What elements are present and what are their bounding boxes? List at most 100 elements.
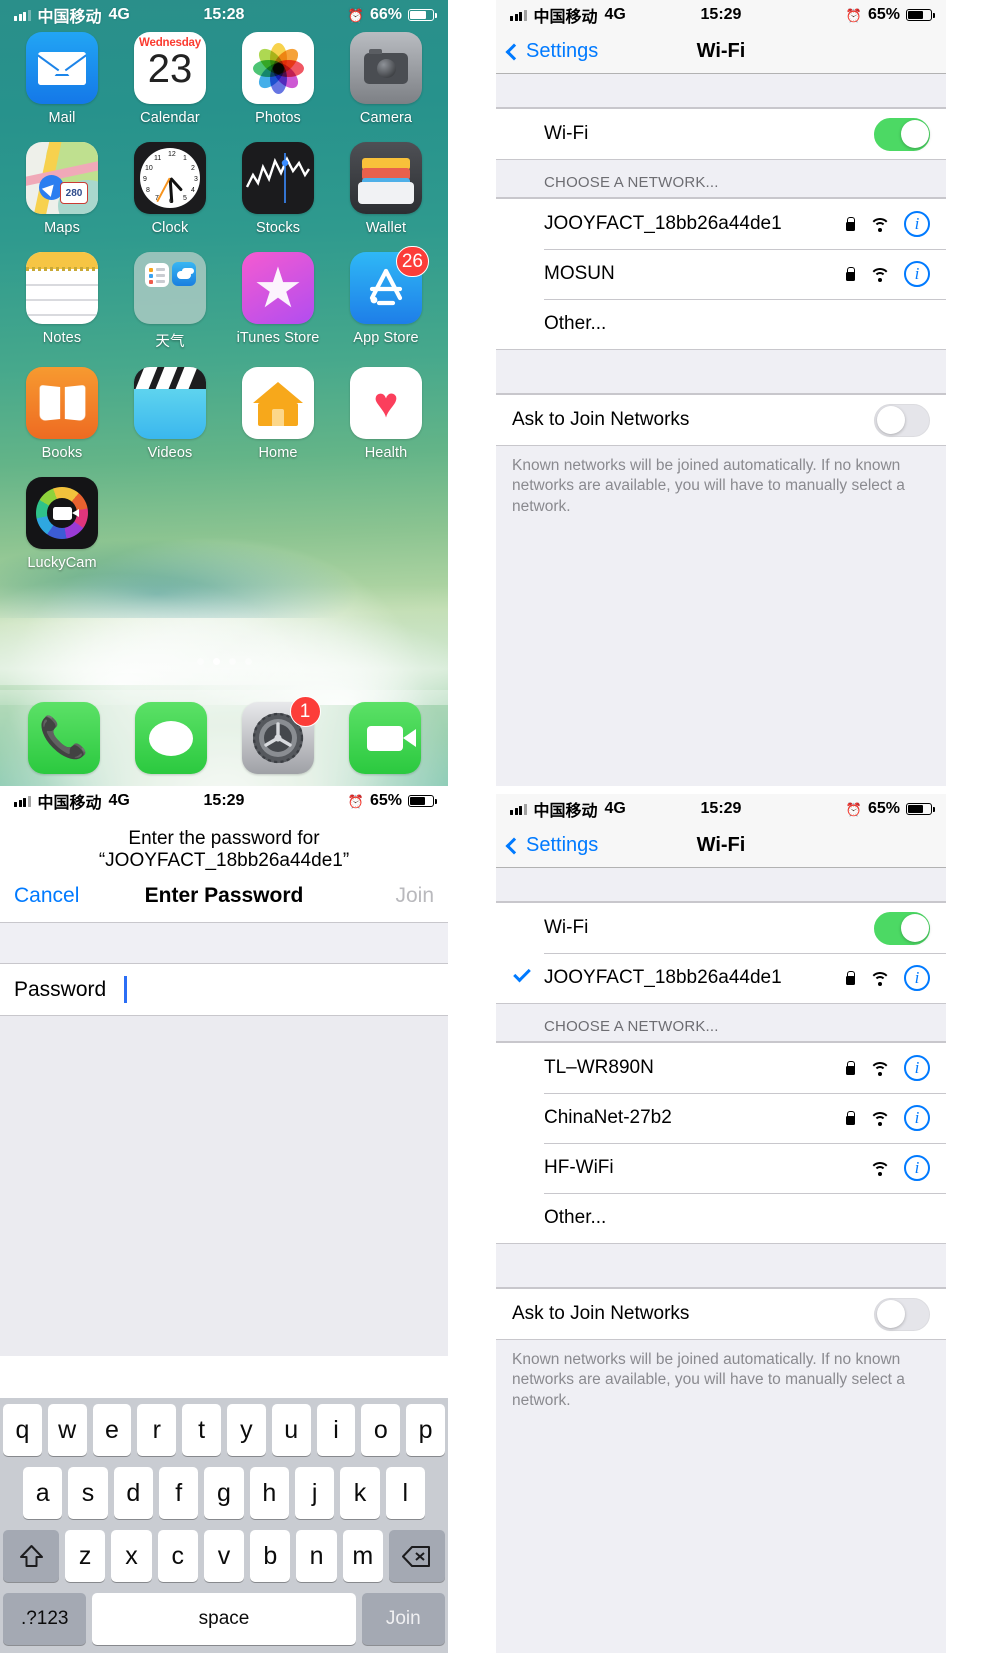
status-bar: 中国移动 4G 15:29 ⏰ 65% — [496, 794, 946, 824]
key-h[interactable]: h — [249, 1467, 289, 1519]
wifi-settings-before: 中国移动 4G 15:29 ⏰ 65% Settings Wi-Fi Wi-Fi — [496, 0, 946, 786]
key-u[interactable]: u — [271, 1404, 311, 1456]
key-a[interactable]: a — [23, 1467, 63, 1519]
row-connected-network[interactable]: JOOYFACT_18bb26a44de1 i — [496, 953, 946, 1003]
info-icon[interactable]: i — [904, 1105, 930, 1131]
table-row[interactable]: MOSUN i — [496, 249, 946, 299]
key-return-join[interactable]: Join — [361, 1593, 445, 1645]
ask-to-join-toggle-switch[interactable] — [874, 1297, 930, 1331]
route-shield: 280 — [60, 182, 88, 204]
wifi-toggle-group: Wi-Fi — [496, 108, 946, 160]
key-space[interactable]: space — [92, 1593, 356, 1645]
app-notes[interactable]: Notes — [8, 252, 116, 351]
key-n[interactable]: n — [296, 1530, 337, 1582]
key-b[interactable]: b — [250, 1530, 291, 1582]
key-z[interactable]: z — [65, 1530, 106, 1582]
info-icon[interactable]: i — [904, 965, 930, 991]
key-l[interactable]: l — [385, 1467, 425, 1519]
row-other-network[interactable]: Other... — [496, 299, 946, 349]
section-header-choose-network: CHOOSE A NETWORK... — [496, 160, 946, 198]
row-ask-to-join[interactable]: Ask to Join Networks — [496, 1289, 946, 1339]
keyboard-row-1: q w e r t y u i o p — [3, 1404, 445, 1456]
battery-percent-label: 65% — [867, 6, 900, 23]
row-other-network[interactable]: Other... — [496, 1193, 946, 1243]
table-row[interactable]: HF-WiFi i — [496, 1143, 946, 1193]
facetime-icon[interactable] — [348, 702, 421, 774]
info-icon[interactable]: i — [904, 211, 930, 237]
info-icon[interactable]: i — [904, 261, 930, 287]
key-q[interactable]: q — [3, 1404, 42, 1456]
app-books[interactable]: Books — [8, 367, 116, 461]
app-videos[interactable]: Videos — [116, 367, 224, 461]
row-wifi-toggle[interactable]: Wi-Fi — [496, 109, 946, 159]
wifi-toggle-switch[interactable] — [874, 911, 930, 945]
network-ssid: MOSUN — [544, 263, 615, 284]
table-row[interactable]: ChinaNet-27b2 i — [496, 1093, 946, 1143]
network-list: TL–WR890N i ChinaNet-27b2 i HF-WiFi i Ot… — [496, 1042, 946, 1244]
app-maps[interactable]: 280 Maps — [8, 142, 116, 236]
key-k[interactable]: k — [340, 1467, 380, 1519]
wifi-toggle-switch[interactable] — [874, 117, 930, 151]
app-health[interactable]: ♥ Health — [332, 367, 440, 461]
key-m[interactable]: m — [342, 1530, 383, 1582]
password-field-row[interactable]: Password — [0, 964, 448, 1016]
key-c[interactable]: c — [157, 1530, 198, 1582]
key-v[interactable]: v — [203, 1530, 245, 1582]
key-p[interactable]: p — [406, 1404, 445, 1456]
other-network-label: Other... — [544, 1207, 607, 1228]
info-icon[interactable]: i — [904, 1155, 930, 1181]
key-numbers[interactable]: .?123 — [3, 1593, 87, 1645]
app-clock[interactable]: 12 1 2 3 4 5 6 7 8 9 10 11 — [116, 142, 224, 236]
app-folder-weather[interactable]: 天气 — [116, 252, 224, 351]
row-wifi-toggle[interactable]: Wi-Fi — [496, 903, 946, 953]
key-w[interactable]: w — [47, 1404, 87, 1456]
app-app-store[interactable]: 26 App Store — [332, 246, 440, 351]
screenshot-root: 中国移动 4G 15:28 ⏰ 66% Mail Wednesday 23 Ca… — [0, 0, 1000, 1653]
app-home[interactable]: Home — [224, 367, 332, 461]
page-title: Wi-Fi — [696, 834, 746, 856]
key-y[interactable]: y — [227, 1404, 266, 1456]
delete-icon[interactable] — [388, 1530, 445, 1582]
password-field-label: Password — [14, 977, 107, 1001]
lock-icon — [844, 216, 856, 232]
keyboard-row-4: .?123 space Join — [3, 1593, 445, 1645]
sheet-body — [0, 1016, 448, 1356]
app-luckycam[interactable]: LuckyCam — [8, 477, 116, 571]
table-row[interactable]: TL–WR890N i — [496, 1043, 946, 1093]
footnote-text: Known networks will be joined automatica… — [496, 1340, 946, 1424]
app-camera[interactable]: Camera — [332, 32, 440, 126]
key-o[interactable]: o — [361, 1404, 401, 1456]
app-photos[interactable]: Photos — [224, 32, 332, 126]
other-network-label: Other... — [544, 313, 607, 334]
messages-icon[interactable] — [134, 702, 207, 774]
key-s[interactable]: s — [68, 1467, 108, 1519]
phone-icon[interactable]: 📞 — [27, 702, 100, 774]
app-label: Mail — [48, 110, 76, 126]
app-mail[interactable]: Mail — [8, 32, 116, 126]
battery-icon — [408, 9, 437, 21]
key-r[interactable]: r — [137, 1404, 177, 1456]
key-f[interactable]: f — [159, 1467, 199, 1519]
key-i[interactable]: i — [316, 1404, 356, 1456]
app-stocks[interactable]: Stocks — [224, 142, 332, 236]
wifi-signal-icon — [869, 970, 891, 986]
row-ask-to-join[interactable]: Ask to Join Networks — [496, 395, 946, 445]
ask-to-join-toggle-switch[interactable] — [874, 403, 930, 437]
app-calendar[interactable]: Wednesday 23 Calendar — [116, 32, 224, 126]
navigation-bar: Settings Wi-Fi — [496, 30, 946, 74]
app-itunes-store[interactable]: ★ iTunes Store — [224, 252, 332, 351]
table-row[interactable]: JOOYFACT_18bb26a44de1 i — [496, 199, 946, 249]
app-wallet[interactable]: Wallet — [332, 142, 440, 236]
alarm-clock-icon: ⏰ — [845, 7, 862, 23]
app-label: Stocks — [255, 220, 301, 236]
key-d[interactable]: d — [113, 1467, 153, 1519]
shift-icon[interactable] — [3, 1530, 60, 1582]
info-icon[interactable]: i — [904, 1055, 930, 1081]
key-x[interactable]: x — [111, 1530, 152, 1582]
app-label: Camera — [359, 110, 413, 126]
key-t[interactable]: t — [182, 1404, 221, 1456]
app-store-badge: 26 — [395, 246, 429, 277]
key-e[interactable]: e — [92, 1404, 132, 1456]
key-j[interactable]: j — [294, 1467, 335, 1519]
key-g[interactable]: g — [204, 1467, 244, 1519]
